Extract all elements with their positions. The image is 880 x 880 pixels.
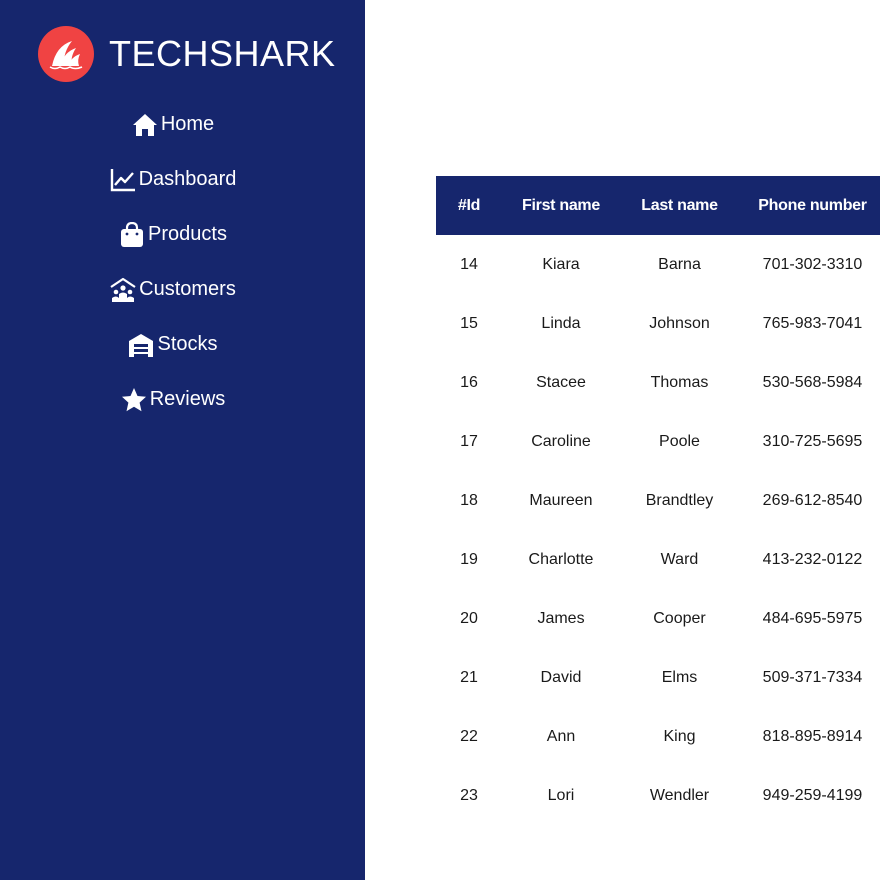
cell-first-name: Ann — [546, 727, 576, 745]
sidebar-item-label: Customers — [139, 278, 236, 300]
cell-phone-number: 509-371-7334 — [762, 668, 863, 686]
table-row[interactable]: 18 Maureen Brandtley 269-612-8540 — [436, 471, 880, 530]
sidebar-item-reviews[interactable]: Reviews — [0, 372, 345, 427]
cell-phone-number: 701-302-3310 — [762, 255, 863, 273]
cell-first-name: Maureen — [529, 491, 593, 509]
cell-phone-number: 530-568-5984 — [762, 373, 863, 391]
shark-fin-logo-icon — [38, 26, 94, 82]
shopping-bag-icon — [118, 221, 146, 249]
cell-last-name: Johnson — [649, 314, 710, 332]
table-header-row: #Id First name Last name Phone number — [436, 176, 880, 235]
app-page: TECHSHARK Home Dashboard Products Custom… — [0, 0, 880, 880]
cell-id: 20 — [460, 609, 478, 627]
cell-phone-number: 765-983-7041 — [762, 314, 863, 332]
table-row[interactable]: 17 Caroline Poole 310-725-5695 — [436, 412, 880, 471]
sidebar-nav: Home Dashboard Products Customers Stocks… — [0, 97, 345, 427]
cell-id: 21 — [460, 668, 478, 686]
cell-last-name: Thomas — [650, 373, 709, 391]
cell-phone-number: 949-259-4199 — [762, 786, 863, 804]
cell-phone-number: 484-695-5975 — [762, 609, 863, 627]
cell-first-name: Linda — [541, 314, 581, 332]
chart-line-icon — [109, 166, 137, 194]
sidebar-item-dashboard[interactable]: Dashboard — [0, 152, 345, 207]
table-row[interactable]: 22 Ann King 818-895-8914 — [436, 707, 880, 766]
cell-phone-number: 310-725-5695 — [762, 432, 863, 450]
cell-phone-number: 818-895-8914 — [762, 727, 863, 745]
table-row[interactable]: 23 Lori Wendler 949-259-4199 — [436, 766, 880, 825]
cell-first-name: Charlotte — [528, 550, 594, 568]
warehouse-icon — [127, 331, 155, 359]
main-content: #Id First name Last name Phone number 14… — [365, 0, 880, 880]
home-icon — [131, 111, 159, 139]
column-header-last-name[interactable]: Last name — [620, 176, 739, 235]
column-header-first-name[interactable]: First name — [502, 176, 620, 235]
sidebar-item-label: Dashboard — [138, 168, 237, 190]
cell-last-name: Elms — [661, 668, 698, 686]
sidebar-item-products[interactable]: Products — [0, 207, 345, 262]
table-row[interactable]: 15 Linda Johnson 765-983-7041 — [436, 294, 880, 353]
cell-phone-number: 413-232-0122 — [762, 550, 863, 568]
cell-last-name: Brandtley — [645, 491, 714, 509]
cell-id: 17 — [460, 432, 478, 450]
sidebar-item-home[interactable]: Home — [0, 97, 345, 152]
column-header-id[interactable]: #Id — [436, 176, 502, 235]
cell-first-name: Stacee — [536, 373, 586, 391]
cell-first-name: Kiara — [542, 255, 580, 273]
table-body: 14 Kiara Barna 701-302-3310 15 Linda Joh… — [436, 235, 880, 825]
customers-table: #Id First name Last name Phone number 14… — [436, 176, 880, 825]
cell-id: 19 — [460, 550, 478, 568]
brand-name: TECHSHARK — [109, 33, 336, 74]
cell-first-name: Lori — [547, 786, 575, 804]
brand[interactable]: TECHSHARK — [38, 26, 336, 82]
sidebar-item-label: Stocks — [157, 333, 218, 355]
cell-first-name: Caroline — [531, 432, 591, 450]
cell-last-name: King — [663, 727, 696, 745]
cell-id: 15 — [460, 314, 478, 332]
sidebar: TECHSHARK Home Dashboard Products Custom… — [0, 0, 365, 880]
sidebar-item-customers[interactable]: Customers — [0, 262, 345, 317]
column-header-phone-number[interactable]: Phone number — [739, 176, 880, 235]
sidebar-item-label: Products — [148, 223, 227, 245]
table-header: #Id First name Last name Phone number — [436, 176, 880, 235]
star-icon — [120, 386, 148, 414]
cell-last-name: Cooper — [653, 609, 706, 627]
table-row[interactable]: 21 David Elms 509-371-7334 — [436, 648, 880, 707]
cell-phone-number: 269-612-8540 — [762, 491, 863, 509]
cell-first-name: James — [537, 609, 585, 627]
table-row[interactable]: 14 Kiara Barna 701-302-3310 — [436, 235, 880, 294]
table-row[interactable]: 19 Charlotte Ward 413-232-0122 — [436, 530, 880, 589]
cell-id: 18 — [460, 491, 478, 509]
table-row[interactable]: 20 James Cooper 484-695-5975 — [436, 589, 880, 648]
sidebar-item-stocks[interactable]: Stocks — [0, 317, 345, 372]
sidebar-item-label: Reviews — [149, 388, 226, 410]
cell-id: 22 — [460, 727, 478, 745]
cell-id: 23 — [460, 786, 478, 804]
cell-last-name: Barna — [658, 255, 701, 273]
cell-last-name: Wendler — [649, 786, 710, 804]
people-roof-icon — [109, 276, 137, 304]
cell-last-name: Poole — [659, 432, 700, 450]
cell-last-name: Ward — [660, 550, 699, 568]
cell-id: 16 — [460, 373, 478, 391]
table-row[interactable]: 16 Stacee Thomas 530-568-5984 — [436, 353, 880, 412]
cell-first-name: David — [540, 668, 582, 686]
cell-id: 14 — [460, 255, 478, 273]
sidebar-item-label: Home — [160, 113, 215, 135]
